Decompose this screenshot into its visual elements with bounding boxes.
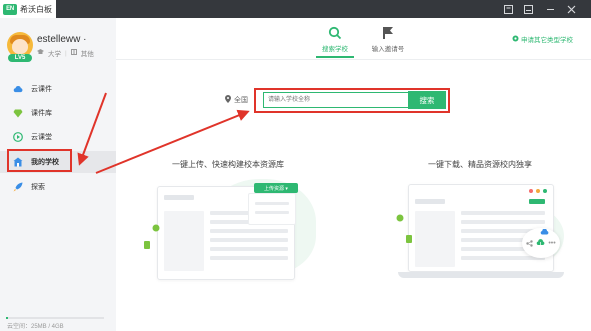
storage-bar-fill (6, 317, 8, 319)
sidebar-item-label: 探索 (31, 184, 45, 191)
upload-button-label: 上传资源 ▾ (264, 185, 288, 192)
location-pin-icon (225, 95, 231, 105)
sidebar-item-label: 云课堂 (31, 134, 52, 141)
tab-enter-invite-code[interactable]: 输入邀请号 (363, 26, 413, 53)
apply-link-label: 申请其它类型学校 (521, 37, 573, 44)
apply-other-school-link[interactable]: 申请其它类型学校 (512, 34, 573, 44)
leaf-icon (396, 209, 404, 227)
share-icon (526, 234, 534, 252)
school-stage: 大学 (48, 51, 61, 58)
user-meta: 大学 | 其他 (37, 48, 94, 58)
book-icon (70, 49, 77, 57)
laptop-base (398, 272, 564, 278)
app-tab-title: 希沃白板 (20, 4, 52, 14)
username-dropdown: · (83, 34, 87, 45)
school-search-input[interactable] (263, 92, 409, 108)
document-icon (406, 230, 412, 248)
sidebar-item-cloud-classroom[interactable]: 云课堂 (0, 126, 116, 148)
leaf-icon (152, 219, 160, 237)
close-icon[interactable] (563, 0, 579, 18)
small-cloud-icon (540, 222, 549, 240)
illustration-laptop-screen (408, 184, 554, 272)
sidebar-item-label: 课件库 (31, 110, 52, 117)
header-divider (116, 59, 591, 60)
sidebar-item-courseware-library[interactable]: 课件库 (0, 102, 116, 124)
more-icon: ••• (548, 239, 556, 247)
avatar-face (12, 39, 28, 54)
search-icon (328, 26, 342, 40)
tab-search-school[interactable]: 搜索学校 (310, 26, 360, 53)
upload-dropdown-button: 上传资源 ▾ (254, 183, 298, 193)
region-selector[interactable]: 全国 (225, 95, 248, 105)
play-circle-icon (13, 132, 23, 142)
meta-divider: | (65, 49, 67, 57)
rocket-icon (13, 182, 23, 192)
minimize-icon[interactable] (520, 0, 536, 18)
active-tab-indicator (316, 56, 354, 58)
sidebar-item-explore[interactable]: 探索 (0, 176, 116, 198)
search-button[interactable]: 搜索 (408, 91, 446, 109)
tab-label: 搜索学校 (322, 46, 348, 53)
username-text: estelleww (37, 34, 81, 45)
my-school-highlight-box (7, 149, 72, 172)
storage-bar (6, 317, 104, 319)
app-tab[interactable]: EN 希沃白板 (0, 0, 56, 18)
subject: 其他 (80, 51, 94, 58)
maximize-icon[interactable] (542, 0, 558, 18)
feature-caption-download: 一键下载、精品资源校内独享 (428, 160, 532, 169)
tab-label: 输入邀请号 (371, 46, 405, 53)
region-label: 全国 (234, 97, 248, 104)
storage-text: 云空间：25MB / 4GB (7, 324, 64, 330)
graduation-icon (37, 49, 44, 57)
level-badge: LV5 (8, 54, 32, 62)
sidebar-item-label: 云课件 (31, 86, 52, 93)
download-illustration: ••• (390, 176, 570, 282)
dropdown-panel (248, 193, 296, 225)
app-logo-icon: EN (3, 3, 17, 15)
upload-illustration: 上传资源 ▾ (144, 176, 320, 282)
app-window: EN 希沃白板 LV5 estelleww · 大学 | 其他 云课件 课件库 … (0, 0, 591, 331)
cloud-icon (13, 84, 23, 94)
window-menu-icon[interactable] (500, 0, 516, 18)
sidebar: LV5 estelleww · 大学 | 其他 云课件 课件库 云课堂 我的学校… (0, 18, 116, 331)
title-bar: EN 希沃白板 (0, 0, 591, 18)
window-dots (529, 189, 547, 193)
flag-icon (381, 26, 395, 40)
feature-caption-upload: 一键上传、快速构建校本资源库 (172, 160, 284, 169)
diamond-icon (13, 108, 23, 118)
document-icon (144, 236, 150, 254)
username[interactable]: estelleww · (37, 34, 86, 45)
sidebar-item-cloud-courseware[interactable]: 云课件 (0, 78, 116, 100)
gear-icon (512, 35, 519, 44)
